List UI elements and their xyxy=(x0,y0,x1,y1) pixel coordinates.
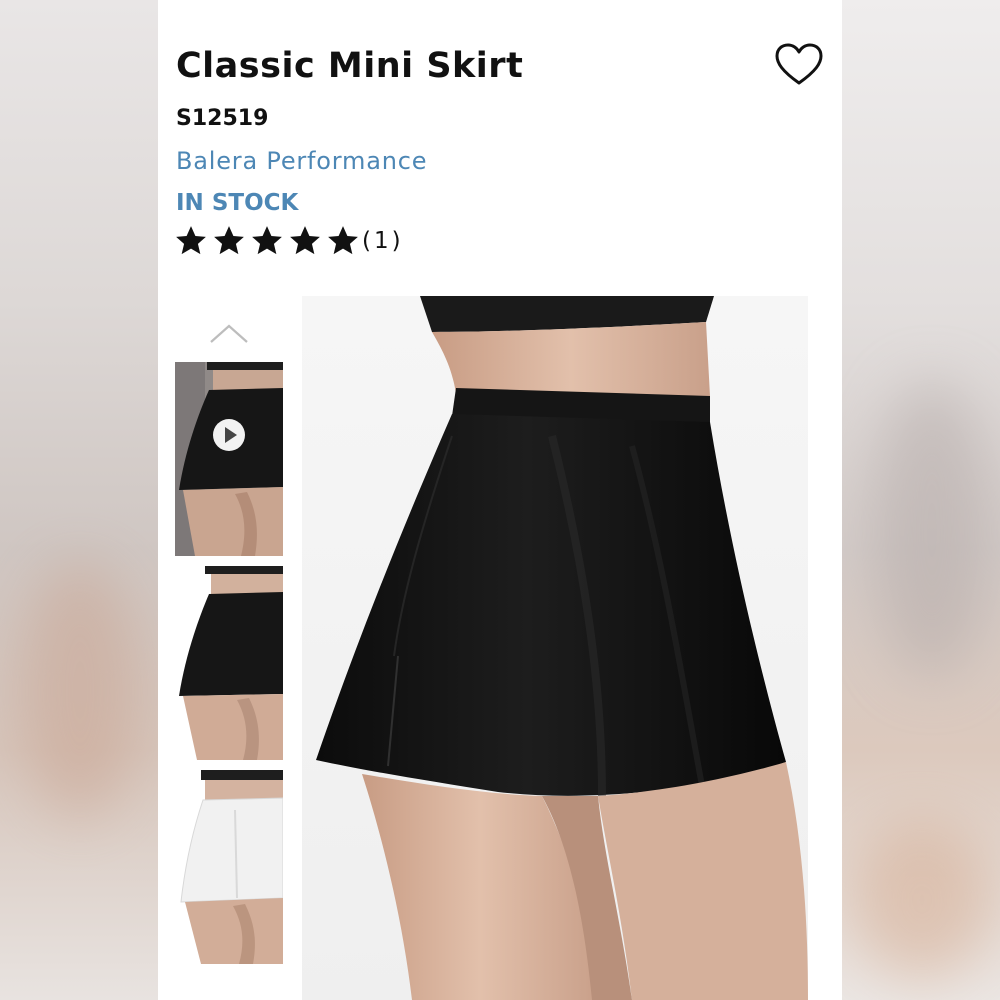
thumbnail-scroll-up-button[interactable] xyxy=(208,320,250,346)
thumbnail-image xyxy=(175,362,283,556)
chevron-up-icon xyxy=(210,324,248,343)
right-backdrop xyxy=(842,0,1000,1000)
thumbnail-black[interactable] xyxy=(175,566,283,760)
brand-link[interactable]: Balera Performance xyxy=(176,147,427,175)
stock-status: IN STOCK xyxy=(176,190,299,216)
review-count[interactable]: (1) xyxy=(362,228,404,254)
left-backdrop xyxy=(0,0,160,1000)
star-icon xyxy=(176,226,206,255)
star-icon xyxy=(214,226,244,255)
main-product-image[interactable] xyxy=(302,296,808,1000)
rating-stars[interactable]: (1) xyxy=(174,224,404,258)
star-icon xyxy=(328,226,358,255)
thumbnail-image xyxy=(175,566,283,760)
star-icon xyxy=(290,226,320,255)
star-icon xyxy=(252,226,282,255)
play-icon xyxy=(213,419,245,451)
wishlist-button[interactable] xyxy=(774,42,824,88)
heart-icon xyxy=(775,43,823,85)
skirt-photo xyxy=(302,296,808,1000)
thumbnail-image xyxy=(175,770,283,964)
thumbnail-video[interactable] xyxy=(175,362,283,556)
product-page: Classic Mini Skirt S12519 Balera Perform… xyxy=(158,0,842,1000)
product-sku: S12519 xyxy=(176,106,269,131)
thumbnail-white[interactable] xyxy=(175,770,283,964)
product-title: Classic Mini Skirt xyxy=(176,46,524,86)
